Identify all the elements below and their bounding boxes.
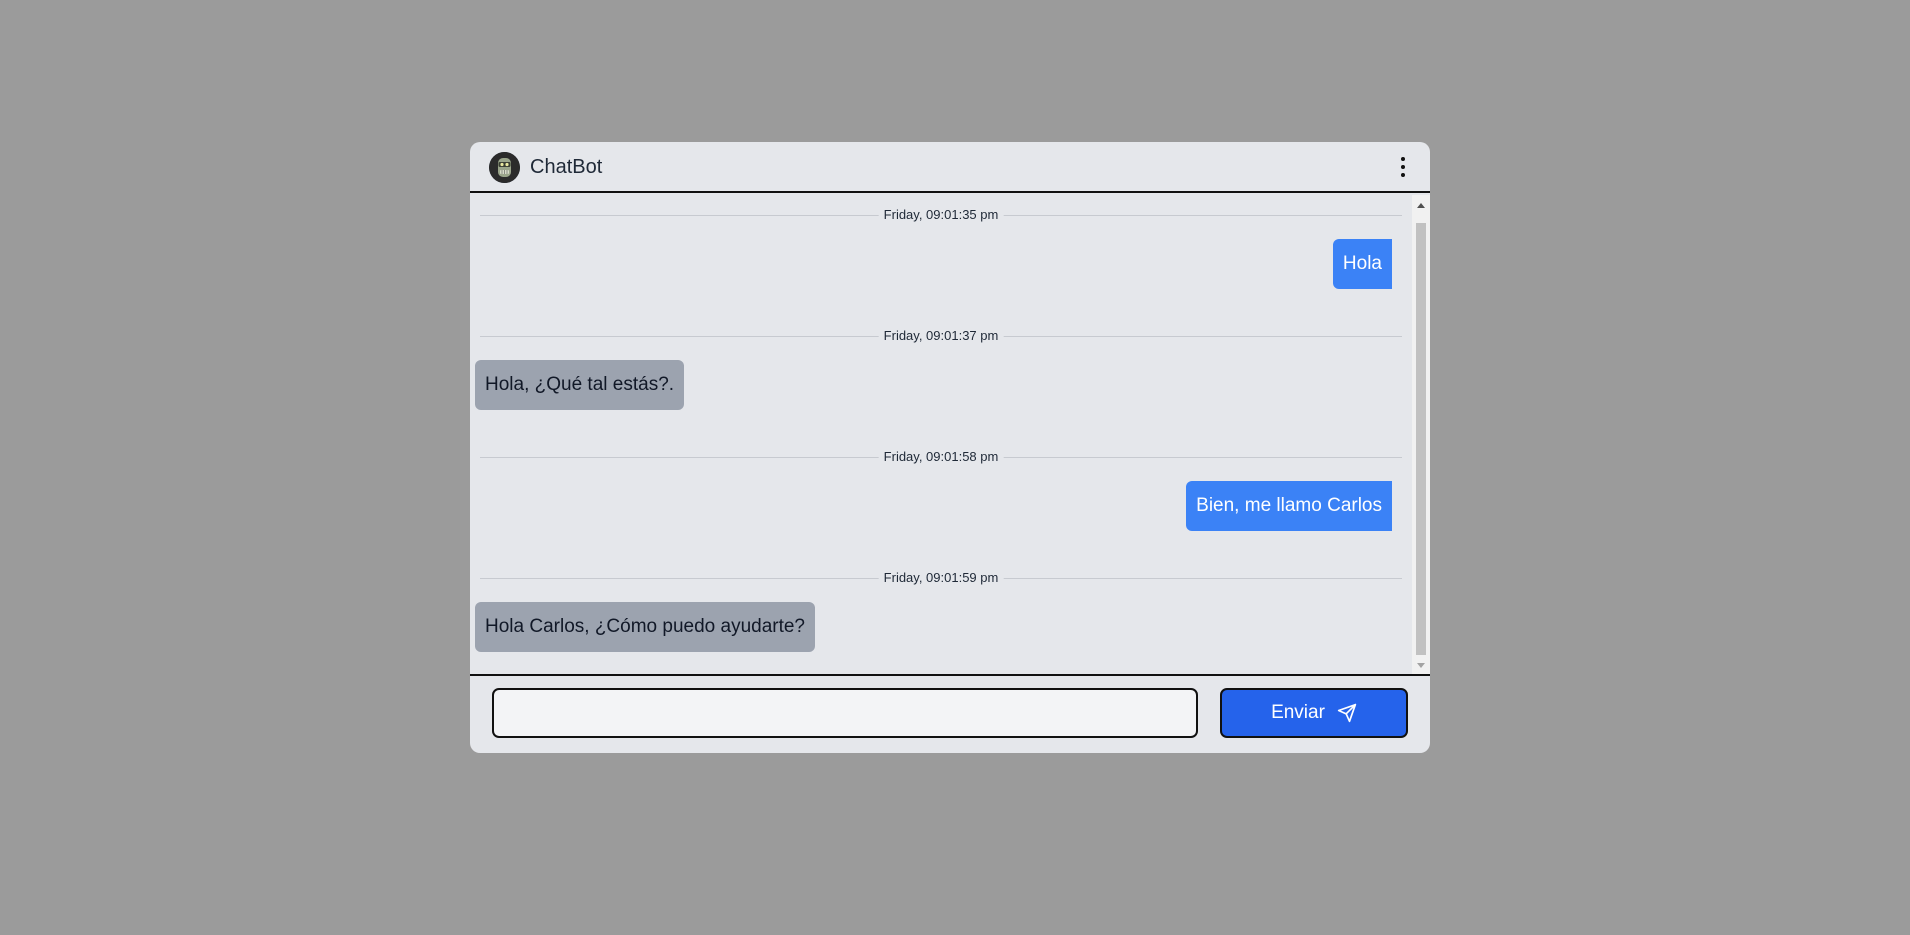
timestamp: Friday, 09:01:58 pm <box>878 449 1004 465</box>
timestamp-separator: Friday, 09:01:37 pm <box>480 328 1402 344</box>
menu-dot <box>1401 165 1405 169</box>
message-input[interactable] <box>492 688 1198 738</box>
bot-message: Hola Carlos, ¿Cómo puedo ayudarte? <box>475 602 816 652</box>
chat-title: ChatBot <box>530 156 603 178</box>
composer: Enviar <box>470 674 1430 753</box>
timestamp-separator: Friday, 09:01:59 pm <box>480 570 1402 586</box>
bot-message: Hola, ¿Qué tal estás?. <box>475 360 685 410</box>
menu-dot <box>1401 157 1405 161</box>
timestamp: Friday, 09:01:59 pm <box>878 570 1004 586</box>
timestamp-separator: Friday, 09:01:58 pm <box>480 449 1402 465</box>
paper-plane-icon <box>1337 703 1357 723</box>
scroll-up-arrow-icon[interactable] <box>1417 203 1425 208</box>
send-button-label: Enviar <box>1271 702 1325 723</box>
scroll-down-arrow-icon[interactable] <box>1417 663 1425 668</box>
timestamp: Friday, 09:01:35 pm <box>878 207 1004 223</box>
menu-dot <box>1401 173 1405 177</box>
timestamp-separator: Friday, 09:01:35 pm <box>480 207 1402 223</box>
scrollbar-thumb[interactable] <box>1416 223 1426 655</box>
user-message: Bien, me llamo Carlos <box>1186 481 1392 531</box>
chat-window: ChatBot Friday, 09:01:35 pm Hola Friday,… <box>470 142 1430 753</box>
chat-header: ChatBot <box>470 142 1430 193</box>
user-message: Hola <box>1332 239 1392 289</box>
message-scrollbar[interactable] <box>1412 195 1430 674</box>
send-button[interactable]: Enviar <box>1220 688 1408 738</box>
vertical-dots-icon[interactable] <box>1396 154 1410 180</box>
message-list: Friday, 09:01:35 pm Hola Friday, 09:01:3… <box>470 195 1412 674</box>
robot-avatar-icon <box>489 152 520 183</box>
timestamp: Friday, 09:01:37 pm <box>878 328 1004 344</box>
